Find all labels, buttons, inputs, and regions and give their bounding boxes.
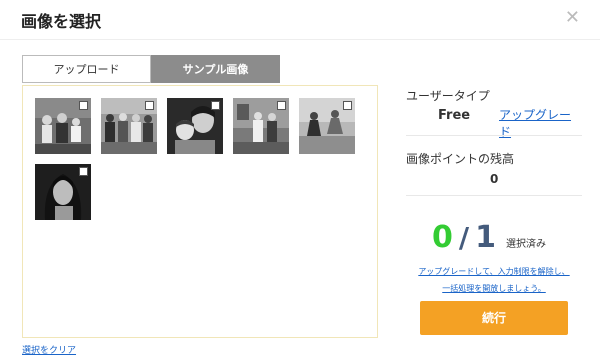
selected-suffix: 選択済み: [505, 239, 546, 250]
select-checkbox[interactable]: [211, 101, 220, 110]
selection-counter: 0 / 1 選択済み: [432, 220, 546, 255]
sample-image-family-photo-1[interactable]: [35, 98, 91, 154]
sample-image-woman-portrait[interactable]: [35, 164, 91, 220]
points-balance-label: 画像ポイントの残高: [406, 152, 515, 166]
max-count: 1: [475, 220, 496, 255]
clear-selection-link[interactable]: 選択をクリア: [22, 343, 76, 356]
tab-upload[interactable]: アップロード: [22, 55, 151, 83]
sample-image-two-people-room[interactable]: [233, 98, 289, 154]
header-divider: [0, 39, 600, 40]
points-balance-value: 0: [490, 172, 499, 186]
select-checkbox[interactable]: [79, 167, 88, 176]
select-checkbox[interactable]: [145, 101, 154, 110]
sample-image-grid: [22, 85, 378, 338]
selected-count: 0: [432, 220, 453, 255]
count-separator: /: [458, 221, 470, 254]
sample-image-mother-child[interactable]: [167, 98, 223, 154]
sidebar-divider: [406, 195, 582, 196]
sample-image-group-photo[interactable]: [101, 98, 157, 154]
dialog-title: 画像を選択: [21, 12, 102, 31]
upgrade-message-line2[interactable]: 一括処理を開放しましょう。: [406, 283, 582, 294]
select-checkbox[interactable]: [277, 101, 286, 110]
tab-sample-images[interactable]: サンプル画像: [151, 55, 280, 83]
upgrade-message-line1[interactable]: アップグレードして、入力制限を解除し、: [406, 266, 582, 277]
image-source-tabs: アップロード サンプル画像: [22, 55, 280, 83]
continue-button[interactable]: 続行: [420, 301, 568, 335]
sample-image-children-playing[interactable]: [299, 98, 355, 154]
user-type-value: Free: [438, 108, 471, 123]
sidebar-divider: [406, 135, 582, 136]
close-icon[interactable]: ✕: [565, 8, 580, 28]
user-type-label: ユーザータイプ: [406, 89, 490, 103]
select-checkbox[interactable]: [79, 101, 88, 110]
select-checkbox[interactable]: [343, 101, 352, 110]
